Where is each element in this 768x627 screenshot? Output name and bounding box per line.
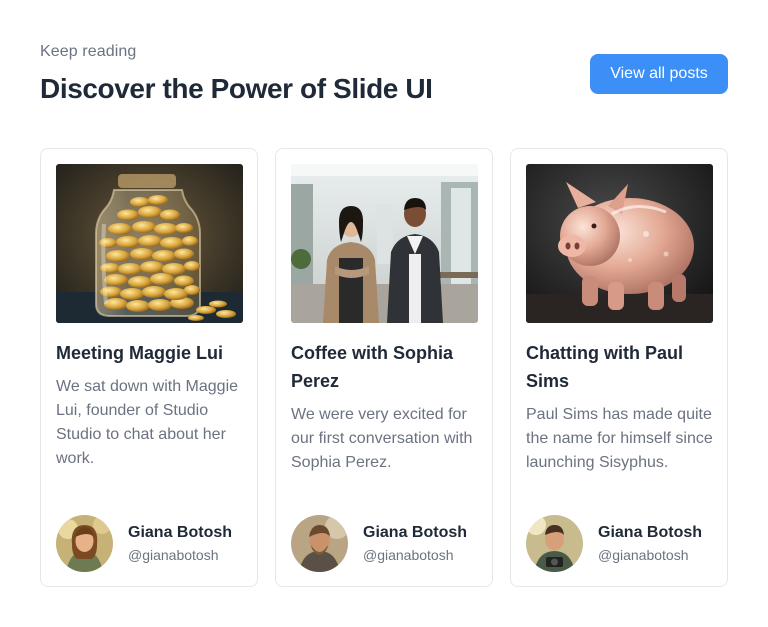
section-eyebrow: Keep reading: [40, 43, 137, 60]
avatar[interactable]: [526, 515, 583, 572]
avatar[interactable]: [56, 515, 113, 572]
post-image-jar-of-coins[interactable]: [56, 164, 243, 323]
author-name: Giana Botosh: [128, 524, 233, 541]
woman-portrait-avatar: [56, 515, 113, 572]
two-people-office-image: [291, 164, 478, 323]
post-description: We were very excited for our first conve…: [291, 406, 473, 471]
jar-of-coins-image: [56, 164, 243, 323]
post-card[interactable]: Coffee with Sophia Perez We were very ex…: [275, 148, 493, 587]
author-name: Giana Botosh: [598, 524, 703, 541]
author-handle: @gianabotosh: [363, 547, 454, 563]
post-card[interactable]: Chatting with Paul Sims Paul Sims has ma…: [510, 148, 728, 587]
post-title[interactable]: Chatting with Paul Sims: [526, 339, 716, 395]
section-title: Discover the Power of Slide UI: [40, 73, 433, 104]
man-portrait-avatar: [291, 515, 348, 572]
avatar[interactable]: [291, 515, 348, 572]
section-header: Keep reading Discover the Power of Slide…: [40, 43, 728, 113]
post-author: Giana Botosh @gianabotosh: [291, 515, 481, 572]
post-image-two-people-office[interactable]: [291, 164, 478, 323]
post-card[interactable]: Meeting Maggie Lui We sat down with Magg…: [40, 148, 258, 587]
post-description: Paul Sims has made quite the name for hi…: [526, 406, 713, 471]
man-with-camera-avatar: [526, 515, 583, 572]
post-description: We sat down with Maggie Lui, founder of …: [56, 378, 239, 467]
post-title[interactable]: Coffee with Sophia Perez: [291, 339, 481, 395]
author-handle: @gianabotosh: [598, 547, 689, 563]
post-author: Giana Botosh @gianabotosh: [56, 515, 246, 572]
author-name: Giana Botosh: [363, 524, 468, 541]
post-author: Giana Botosh @gianabotosh: [526, 515, 716, 572]
post-card-list: Meeting Maggie Lui We sat down with Magg…: [40, 148, 728, 587]
post-title[interactable]: Meeting Maggie Lui: [56, 339, 246, 367]
post-image-glass-piggy-bank[interactable]: [526, 164, 713, 323]
glass-piggy-bank-image: [526, 164, 713, 323]
view-all-posts-button[interactable]: View all posts: [590, 54, 728, 94]
author-handle: @gianabotosh: [128, 547, 219, 563]
